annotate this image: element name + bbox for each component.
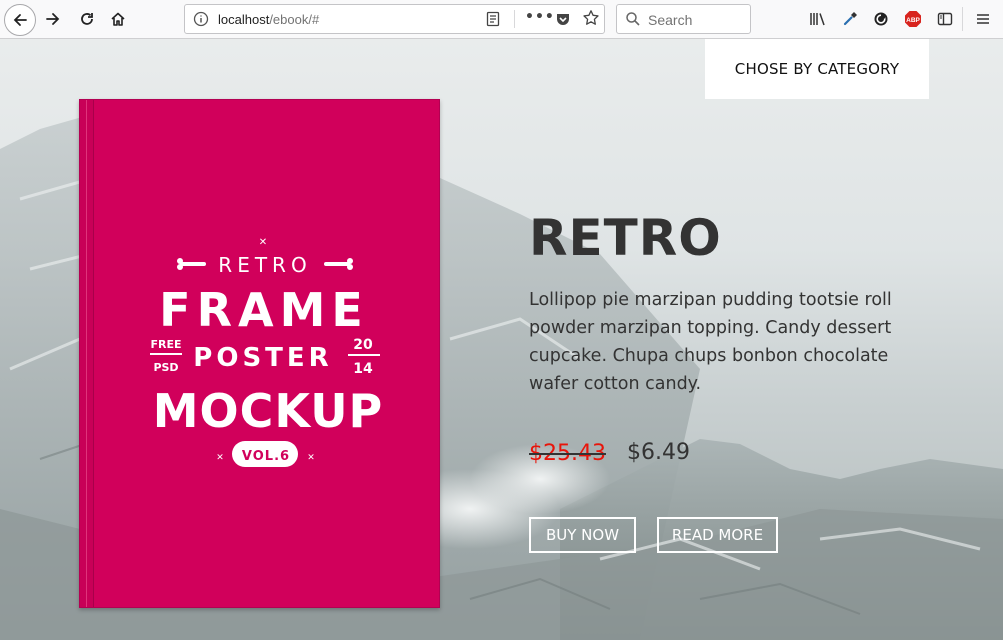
buy-now-button[interactable]: BUY NOW [529, 517, 636, 553]
reader-view-icon[interactable] [485, 11, 501, 27]
star-icon[interactable] [582, 9, 600, 27]
library-button[interactable] [805, 5, 831, 33]
sidebar-icon [937, 12, 953, 26]
cover-artwork: ✕ RETRO FRAME FREE PSD POSTER 20 14 MOCK… [150, 237, 384, 467]
abp-label: ABP [906, 17, 920, 24]
bone-ornament-right-icon [324, 258, 353, 270]
book-description: Lollipop pie marzipan pudding tootsie ro… [529, 290, 892, 394]
cover-ornament-right: ✕ [307, 453, 315, 463]
pocket-icon[interactable] [555, 11, 571, 27]
url-text[interactable]: localhost/ebook/# [218, 12, 319, 27]
cover-vol: VOL.6 [242, 449, 290, 464]
home-icon [111, 12, 125, 26]
search-icon [626, 12, 640, 26]
cover-mockup: MOCKUP [153, 384, 384, 438]
adblock-button[interactable]: ABP [900, 5, 926, 33]
arrow-left-icon [13, 14, 27, 26]
bone-ornament-left-icon [177, 258, 206, 270]
old-price: $25.43 [529, 441, 606, 466]
page-actions-icon[interactable]: ••• [525, 9, 555, 25]
url-path: /ebook/# [269, 12, 320, 27]
library-icon [810, 13, 825, 26]
home-button[interactable] [103, 4, 133, 34]
book-title: RETRO [529, 209, 722, 267]
eyedropper-icon [843, 12, 857, 26]
forward-button[interactable] [38, 4, 68, 34]
new-price: $6.49 [627, 440, 690, 465]
cover-retro: RETRO [218, 253, 311, 277]
search-input[interactable]: Search [648, 12, 692, 28]
cover-ornament-left: ✕ [216, 453, 224, 463]
cover-year-top: 20 [353, 337, 373, 353]
hamburger-menu-icon [977, 14, 989, 24]
reload-icon [81, 13, 93, 25]
sidebar-button[interactable] [932, 5, 958, 33]
browser-toolbar: localhost/ebook/# ••• Search ABP [0, 0, 1003, 39]
eyedropper-button[interactable] [837, 5, 863, 33]
info-icon[interactable] [193, 11, 209, 27]
cover-ornament-top: ✕ [259, 237, 267, 248]
menu-button[interactable] [970, 5, 996, 33]
cover-free: FREE [150, 338, 181, 351]
cover-poster: POSTER [193, 343, 332, 373]
cover-frame: FRAME [159, 283, 369, 337]
sync-icon [874, 12, 888, 26]
url-host: localhost [218, 12, 270, 27]
url-separator [514, 10, 515, 28]
toolbar-divider [962, 7, 963, 31]
read-more-button[interactable]: READ MORE [657, 517, 778, 553]
adblock-icon: ABP [905, 11, 921, 27]
url-bar[interactable]: localhost/ebook/# ••• [184, 4, 605, 34]
book-cover[interactable]: ✕ RETRO FRAME FREE PSD POSTER 20 14 MOCK… [79, 99, 440, 608]
back-button[interactable] [4, 4, 36, 36]
reload-button[interactable] [72, 4, 102, 34]
cover-psd: PSD [153, 361, 178, 374]
sync-button[interactable] [868, 5, 894, 33]
arrow-right-icon [46, 13, 60, 25]
chose-by-category-button[interactable]: CHOSE BY CATEGORY [705, 39, 929, 99]
search-bar[interactable]: Search [616, 4, 751, 34]
ebook-page: CHOSE BY CATEGORY ✕ RETRO FRAME FREE PSD… [0, 39, 1003, 640]
cover-year-bottom: 14 [353, 361, 373, 377]
